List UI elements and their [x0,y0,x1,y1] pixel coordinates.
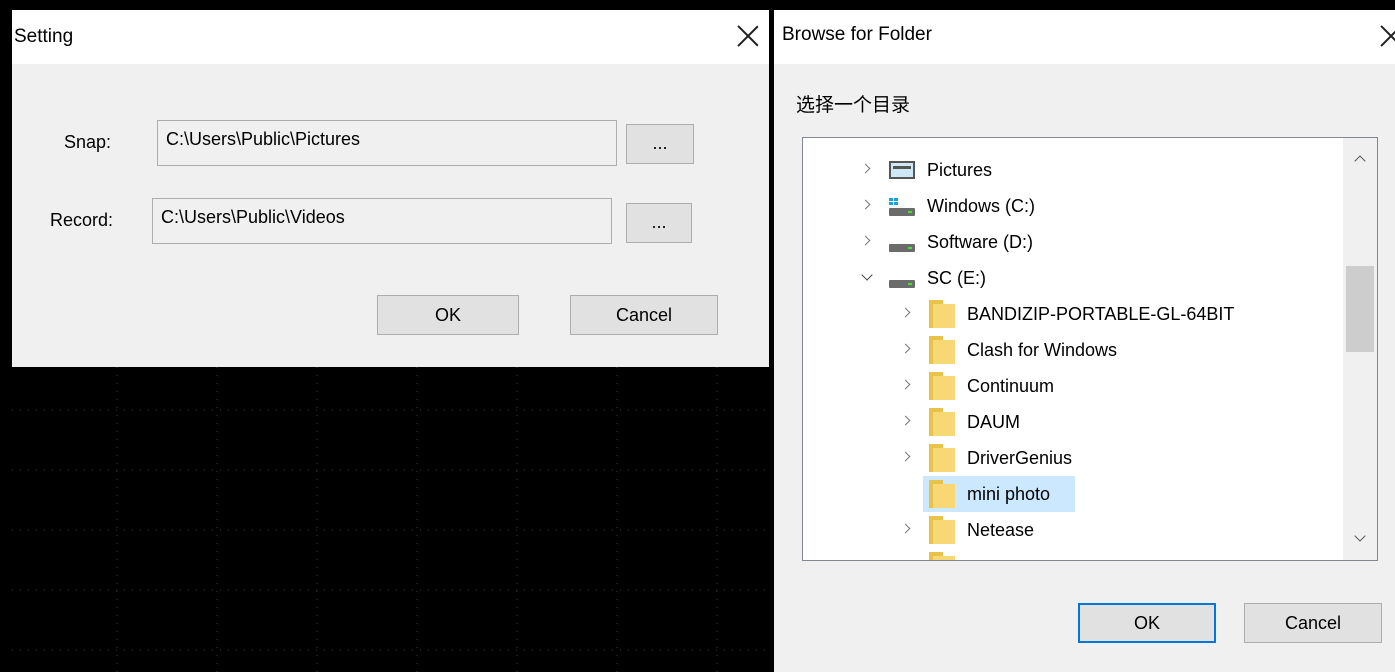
expand-chevron-icon[interactable] [857,231,877,251]
tree-item-daum[interactable]: DAUM [803,404,1343,440]
tree-item-netease[interactable]: Netease [803,512,1343,548]
expand-chevron-icon[interactable] [857,195,877,215]
browse-folder-dialog: Browse for Folder 选择一个目录 Pictures Window… [774,10,1395,672]
setting-close-icon[interactable] [734,22,762,50]
tree-item-bandizip[interactable]: BANDIZIP-PORTABLE-GL-64BIT [803,296,1343,332]
setting-cancel-button[interactable]: Cancel [570,295,718,335]
tree-item-label: SC (E:) [927,268,987,288]
browse-ok-label: OK [1133,613,1160,633]
snap-browse-button[interactable]: ... [626,124,694,164]
tree-item-label: DriverGenius [967,448,1073,468]
tree-item-pictures[interactable]: Pictures [803,152,1343,188]
tree-item-software-d[interactable]: Software (D:) [803,224,1343,260]
tree-item-label: DAUM [967,412,1020,432]
drive-icon [889,270,915,288]
snap-path-field[interactable]: C:\Users\Public\Pictures [157,120,617,166]
tree-item-label: Netease [967,520,1035,540]
setting-cancel-label: Cancel [615,305,673,325]
folder-icon [929,516,955,544]
browse-title-bar[interactable]: Browse for Folder [774,10,1395,64]
snap-path-value: C:\Users\Public\Pictures [166,129,361,149]
expand-chevron-icon[interactable] [897,447,917,467]
scroll-down-arrow-icon[interactable] [1353,532,1367,546]
expand-chevron-icon[interactable] [897,339,917,359]
setting-title-bar[interactable]: Setting [12,10,769,64]
collapse-chevron-icon[interactable] [857,267,877,287]
tree-item-label: Pictures [927,160,993,180]
browse-close-icon[interactable] [1377,22,1395,50]
tree-item-label: Software (D:) [927,232,1034,252]
tree-item-label: BANDIZIP-PORTABLE-GL-64BIT [967,304,1235,324]
tree-item-continuum[interactable]: Continuum [803,368,1343,404]
pictures-icon [889,161,915,179]
tree-item-drivergenius[interactable]: DriverGenius [803,440,1343,476]
tree-item-label: mini photo [967,484,1051,504]
tree-item-mini-photo[interactable]: mini photo [803,476,1343,512]
snap-browse-label: ... [652,133,668,153]
folder-icon [929,408,955,436]
browse-title: Browse for Folder [782,24,932,45]
tree-item-clash-for-windows[interactable]: Clash for Windows [803,332,1343,368]
setting-title: Setting [14,26,74,47]
browse-cancel-label: Cancel [1284,613,1342,633]
expand-chevron-icon[interactable] [897,411,917,431]
tree-scrollbar[interactable] [1343,138,1377,560]
setting-dialog: Setting Snap: C:\Users\Public\Pictures .… [0,0,769,672]
folder-icon [929,372,955,400]
folder-icon [929,552,955,560]
browse-instruction: 选择一个目录 [796,94,911,116]
setting-ok-button[interactable]: OK [377,295,519,335]
record-browse-button[interactable]: ... [626,203,692,243]
setting-body: Snap: C:\Users\Public\Pictures ... Recor… [12,64,769,367]
expand-chevron-icon[interactable] [897,519,917,539]
folder-icon [929,336,955,364]
browse-ok-button[interactable]: OK [1078,603,1216,643]
record-label: Record: [50,210,114,230]
expand-chevron-icon[interactable] [857,159,877,179]
folder-icon [929,480,955,508]
folder-icon [929,444,955,472]
record-browse-label: ... [651,212,667,232]
browse-cancel-button[interactable]: Cancel [1244,603,1382,643]
tree-item-label: Continuum [967,376,1055,396]
drive-icon [889,234,915,252]
expand-chevron-icon[interactable] [897,375,917,395]
record-path-field[interactable]: C:\Users\Public\Videos [152,198,612,244]
video-preview-area [12,367,769,672]
folder-tree[interactable]: Pictures Windows (C:) Software (D:) SC (… [802,137,1378,561]
scroll-up-arrow-icon[interactable] [1353,152,1367,166]
record-path-value: C:\Users\Public\Videos [161,207,345,227]
system-drive-icon [889,198,915,216]
expand-chevron-icon[interactable] [897,303,917,323]
tree-item-label: Clash for Windows [967,340,1118,360]
setting-ok-label: OK [434,305,461,325]
tree-item-windows-c[interactable]: Windows (C:) [803,188,1343,224]
tree-item-partial [803,548,1343,560]
screen: Setting Snap: C:\Users\Public\Pictures .… [0,0,1395,672]
tree-item-label: Windows (C:) [927,196,1036,216]
tree-item-sc-e[interactable]: SC (E:) [803,260,1343,296]
scroll-thumb[interactable] [1346,266,1374,352]
snap-label: Snap: [64,132,112,152]
folder-icon [929,300,955,328]
